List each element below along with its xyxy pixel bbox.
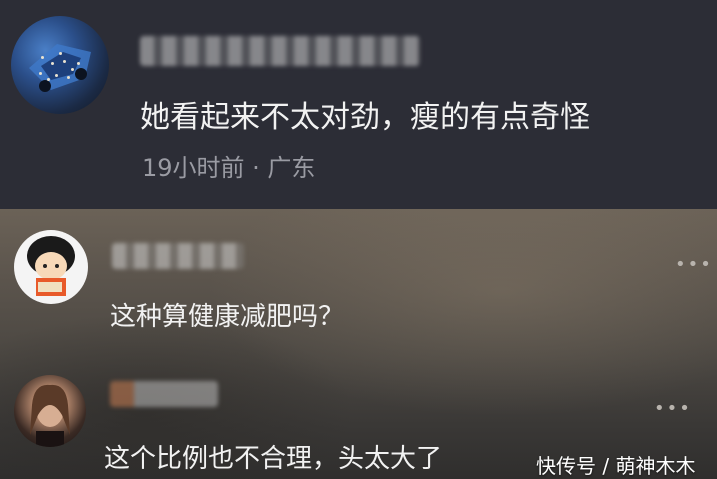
avatar-speckle	[71, 68, 74, 71]
blurred-username	[112, 243, 244, 269]
avatar-speckle	[59, 52, 62, 55]
comment-text: 这个比例也不合理，头太大了	[104, 444, 443, 474]
avatar-speckle	[77, 62, 80, 65]
avatar-speckle	[39, 72, 42, 75]
blurred-username	[140, 36, 420, 66]
comment-text: 她看起来不太对劲，瘦的有点奇怪	[140, 100, 590, 135]
avatar-speckle	[63, 60, 66, 63]
avatar[interactable]	[14, 230, 88, 304]
more-options-icon[interactable]: •••	[675, 254, 713, 275]
avatar-speckle	[55, 74, 58, 77]
avatar[interactable]	[14, 375, 86, 447]
avatar-speckle	[67, 76, 70, 79]
avatar-cartoon-image	[27, 236, 75, 296]
avatar-speckle	[51, 62, 54, 65]
watermark: 快传号 / 萌神木木	[536, 454, 696, 478]
avatar-speckle	[41, 56, 44, 59]
more-options-icon[interactable]: •••	[654, 398, 692, 419]
blurred-username	[110, 381, 218, 407]
comment-text: 这种算健康减肥吗？	[110, 302, 345, 332]
avatar-speckle	[47, 78, 50, 81]
avatar-car-image	[29, 44, 91, 92]
avatar[interactable]	[11, 16, 109, 114]
avatar-portrait-image	[30, 384, 70, 447]
comment-meta: 19小时前 · 广东	[142, 154, 316, 182]
